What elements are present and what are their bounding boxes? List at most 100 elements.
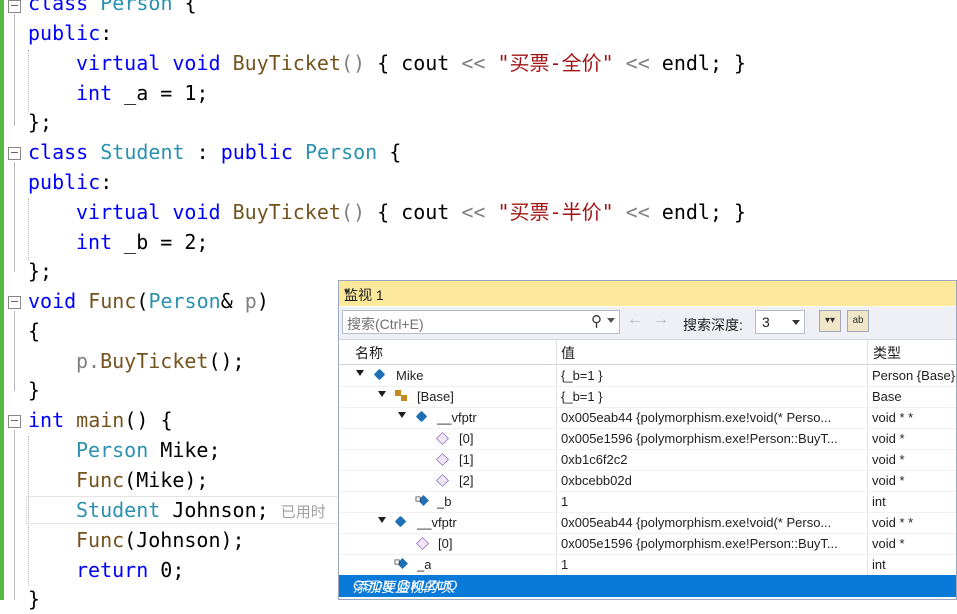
pointer-element-icon [436, 474, 449, 487]
watch-row[interactable]: __vfptr 0x005eab44 {polymorphism.exe!voi… [339, 512, 956, 534]
add-watch-item-row[interactable]: 添加要监视的项 CSDN @KLZUQ [339, 575, 956, 597]
pointer-element-icon [416, 537, 429, 550]
protected-field-icon [397, 558, 408, 569]
search-depth-select[interactable]: 3 [755, 310, 805, 334]
code-line-6: class Student : public Person { [28, 140, 402, 164]
indent-guide [28, 50, 29, 112]
watch-row[interactable]: _b 1 int [339, 491, 956, 513]
search-dropdown-icon[interactable] [607, 318, 615, 323]
code-line-2: public: [28, 21, 113, 45]
code-line-7: public: [28, 170, 113, 194]
watch-row[interactable]: [Base] {_b=1 } Base [339, 386, 956, 408]
watch-value[interactable]: {_b=1 } [561, 368, 861, 383]
pointer-element-icon [436, 432, 449, 445]
fold-region-line [14, 14, 15, 126]
code-line-20: return 0; [76, 558, 185, 582]
code-line-11: void Func(Person& p) [28, 289, 269, 313]
fold-toggle-main[interactable]: − [8, 415, 21, 428]
watch-name: _a [417, 557, 432, 572]
watch-row[interactable]: _a 1 int [339, 554, 956, 576]
watch-type: void * * [872, 410, 914, 425]
change-margin [0, 0, 4, 600]
code-line-3: virtual void BuyTicket() { cout << "买票-全… [76, 51, 747, 75]
code-line-9: int _b = 2; [76, 230, 209, 254]
code-line-1: class Person { [28, 0, 197, 15]
watch-row[interactable]: [1] 0xb1c6f2c2 void * [339, 449, 956, 471]
watch-value[interactable]: 1 [561, 494, 865, 509]
watch-row[interactable]: [2] 0xbcebb02d void * [339, 470, 956, 492]
watch-window[interactable]: 监视 1 ▾ 搜索(Ctrl+E) ⚲ ← → 搜索深度: 3 ▾▾ ab 名称… [338, 280, 957, 600]
fold-toggle-class-person[interactable]: − [8, 0, 21, 13]
pointer-element-icon [436, 453, 449, 466]
watch-value[interactable]: 0x005eab44 {polymorphism.exe!void(* Pers… [561, 410, 865, 425]
code-line-18: Student Johnson; 已用时 [76, 498, 326, 522]
object-icon [373, 368, 386, 381]
watch-name: [0] [438, 536, 453, 551]
collapse-arrow-icon[interactable] [398, 412, 406, 418]
search-input[interactable]: 搜索(Ctrl+E) ⚲ [342, 310, 620, 334]
code-line-17: Func(Mike); [76, 468, 209, 492]
code-line-16: Person Mike; [76, 438, 221, 462]
code-line-4: int _a = 1; [76, 81, 209, 105]
search-depth-value: 3 [762, 314, 770, 330]
code-line-19: Func(Johnson); [76, 528, 245, 552]
watch-value[interactable]: {_b=1 } [561, 389, 861, 404]
watch-value[interactable]: 1 [561, 557, 865, 572]
watch-type: Base [872, 389, 902, 404]
watch-name: [0] [459, 431, 474, 446]
code-line-14: } [28, 378, 41, 402]
watch-value[interactable]: 0xb1c6f2c2 [561, 452, 865, 467]
collapse-arrow-icon[interactable] [356, 370, 364, 376]
forward-arrow-icon[interactable]: → [653, 311, 669, 329]
code-line-21: } [28, 587, 41, 611]
fold-region-line [14, 430, 15, 600]
window-menu-icon[interactable]: ▾ [344, 285, 946, 298]
protected-field-icon [418, 495, 429, 506]
fold-toggle-class-student[interactable]: − [8, 147, 21, 160]
watch-name: __vfptr [417, 515, 457, 530]
watch-value[interactable]: 0xbcebb02d [561, 473, 865, 488]
watch-name: [Base] [417, 389, 454, 404]
watermark-text: CSDN @KLZUQ [353, 577, 458, 593]
watch-name: Mike [396, 368, 424, 383]
elapsed-time-hint: 已用时 [280, 503, 326, 521]
chevron-down-icon [792, 320, 800, 325]
indent-guide [28, 198, 29, 260]
collapse-arrow-icon[interactable] [378, 517, 386, 523]
watch-type: void * [872, 431, 905, 446]
search-placeholder: 搜索(Ctrl+E) [347, 316, 424, 332]
code-line-8: virtual void BuyTicket() { cout << "买票-半… [76, 200, 747, 224]
collapse-arrow-icon[interactable] [378, 391, 386, 397]
back-arrow-icon[interactable]: ← [627, 311, 643, 329]
column-value-header[interactable]: 值 [561, 343, 575, 363]
watch-name: __vfptr [437, 410, 477, 425]
watch-value[interactable]: 0x005eab44 {polymorphism.exe!void(* Pers… [561, 515, 865, 530]
base-class-icon [395, 390, 408, 402]
field-icon [415, 410, 428, 423]
watch-row[interactable]: __vfptr 0x005eab44 {polymorphism.exe!voi… [339, 407, 956, 429]
watch-toolbar: 搜索(Ctrl+E) ⚲ ← → 搜索深度: 3 ▾▾ ab [339, 307, 956, 340]
search-depth-label: 搜索深度: [683, 317, 743, 333]
watch-row[interactable]: [0] 0x005e1596 {polymorphism.exe!Person:… [339, 428, 956, 450]
watch-row[interactable]: Mike {_b=1 } Person {Base} [339, 365, 956, 387]
filter-icon[interactable]: ▾▾ [819, 310, 841, 332]
watch-type: Person {Base} [872, 368, 956, 383]
search-icon[interactable]: ⚲ [591, 312, 602, 330]
watch-name: _b [437, 494, 452, 509]
field-icon [394, 515, 407, 528]
code-line-13: p.BuyTicket(); [76, 349, 245, 373]
fold-region-line [14, 311, 15, 391]
tab-format-icon[interactable]: ab [847, 310, 869, 332]
watch-value[interactable]: 0x005e1596 {polymorphism.exe!Person::Buy… [561, 536, 865, 551]
code-line-5: }; [28, 110, 53, 134]
watch-value[interactable]: 0x005e1596 {polymorphism.exe!Person::Buy… [561, 431, 865, 446]
fold-toggle-func[interactable]: − [8, 296, 21, 309]
code-line-12: { [28, 319, 41, 343]
watch-title-bar[interactable]: 监视 1 ▾ [339, 281, 956, 306]
watch-type: void * [872, 536, 905, 551]
watch-name: [2] [459, 473, 474, 488]
column-type-header[interactable]: 类型 [873, 343, 901, 363]
watch-type: void * [872, 452, 905, 467]
column-name-header[interactable]: 名称 [355, 343, 383, 363]
watch-row[interactable]: [0] 0x005e1596 {polymorphism.exe!Person:… [339, 533, 956, 555]
